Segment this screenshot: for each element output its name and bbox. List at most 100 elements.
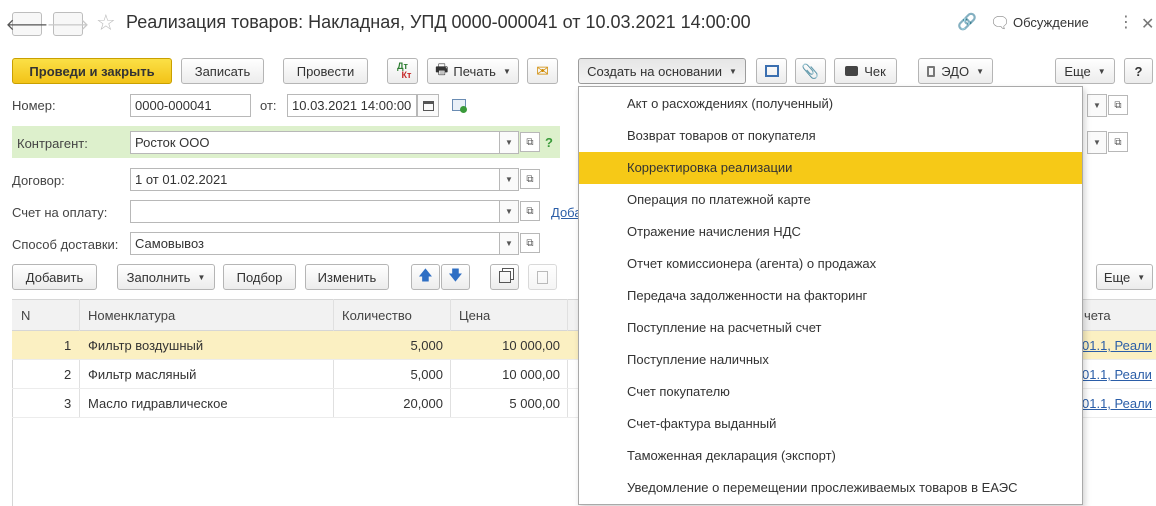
delivery-open-button[interactable]: ⧉ [520,233,540,253]
contractor-field[interactable]: Росток ООО [130,131,500,154]
column-header-account-partial[interactable]: чета [1084,308,1111,323]
invoice-open-button[interactable]: ⧉ [520,201,540,221]
post-and-close-label: Проведи и закрыть [29,63,155,79]
menu-item[interactable]: Передача задолженности на факторинг [579,280,1082,312]
discussion-button[interactable]: Обсуждение [1013,15,1089,30]
question-icon[interactable]: ? [545,135,553,150]
create-based-on-button[interactable]: Создать на основании ▼ [578,58,746,84]
green-dot [460,106,467,113]
column-header-nomenclature[interactable]: Номенклатура [88,308,175,323]
column-header-n[interactable]: N [21,308,30,323]
more-vertical-icon[interactable]: ⋮ [1118,12,1134,32]
edo-label: ЭДО [941,63,970,79]
menu-item[interactable]: Возврат товаров от покупателя [579,120,1082,152]
delivery-dropdown[interactable]: ▼ [499,232,519,255]
fill-button[interactable]: Заполнить ▼ [117,264,215,290]
contractor-open-button[interactable]: ⧉ [520,132,540,152]
contract-label: Договор: [12,173,65,188]
printer-icon: 🖶 [435,61,449,77]
invoice-field[interactable] [130,200,500,223]
open-icon: ⧉ [1114,99,1122,111]
chevron-down-icon: ▼ [728,66,737,76]
menu-item[interactable]: Счет-фактура выданный [579,408,1082,440]
create-based-on-menu: Акт о расхождениях (полученный) Возврат … [578,86,1083,505]
contract-dropdown[interactable]: ▼ [499,168,519,191]
menu-item-highlighted[interactable]: Корректировка реализации [579,152,1082,184]
menu-item[interactable]: Таможенная декларация (экспорт) [579,440,1082,472]
add-invoice-link[interactable]: Доба [551,205,582,220]
add-row-label: Добавить [25,269,84,285]
help-button[interactable]: ? [1124,58,1153,84]
menu-item[interactable]: Отражение начисления НДС [579,216,1082,248]
help-label: ? [1134,63,1143,79]
contract-open-button[interactable]: ⧉ [520,169,540,189]
row-account-link[interactable]: 01.1, Реали [1082,338,1152,353]
paste-button[interactable] [528,264,557,290]
invoice-dropdown[interactable]: ▼ [499,200,519,223]
delivery-label: Способ доставки: [12,237,119,252]
forward-button[interactable]: 🡒 [47,12,89,36]
right-open-button-1[interactable]: ⧉ [1108,95,1128,115]
back-button[interactable]: 🡐 [6,12,48,36]
contract-field[interactable]: 1 от 01.02.2021 [130,168,500,191]
link-icon[interactable]: 🔗 [957,12,977,32]
date-field[interactable]: 10.03.2021 14:00:00 [287,94,417,117]
arrow-up-icon: 🡅 [418,267,433,283]
column-header-quantity[interactable]: Количество [342,308,412,323]
menu-item[interactable]: Поступление наличных [579,344,1082,376]
calendar-button[interactable] [417,94,439,117]
add-row-button[interactable]: Добавить [12,264,97,290]
structure-button[interactable] [756,58,787,84]
row-price: 5 000,00 [509,396,560,411]
copy-button[interactable] [490,264,519,290]
column-header-price[interactable]: Цена [459,308,490,323]
more-button[interactable]: Еще ▼ [1055,58,1115,84]
envelope-icon: ✉ [536,63,549,80]
row-number: 1 [64,338,72,353]
row-price: 10 000,00 [502,338,560,353]
table-more-button[interactable]: Еще ▼ [1096,264,1153,290]
arrow-down-icon: 🡇 [448,267,463,283]
document-history-icon[interactable] [452,99,467,113]
row-account-link[interactable]: 01.1, Реали [1082,396,1152,411]
arrow-left-icon: 🡐 [5,16,49,34]
receipt-button[interactable]: Чек [834,58,897,84]
contractor-dropdown[interactable]: ▼ [499,131,519,154]
row-quantity: 5,000 [410,338,443,353]
menu-item[interactable]: Поступление на расчетный счет [579,312,1082,344]
pick-button[interactable]: Подбор [223,264,296,290]
favorite-star-icon[interactable]: ☆ [96,10,116,36]
move-down-button[interactable]: 🡇 [441,264,470,290]
right-open-button-2[interactable]: ⧉ [1108,132,1128,152]
menu-item[interactable]: Операция по платежной карте [579,184,1082,216]
move-up-button[interactable]: 🡅 [411,264,440,290]
close-icon[interactable]: ✕ [1141,14,1154,34]
right-dropdown-1[interactable]: ▼ [1087,94,1107,117]
row-account-link[interactable]: 01.1, Реали [1082,367,1152,382]
dt-kt-button[interactable]: Дт Кт [387,58,418,84]
pick-label: Подбор [236,269,283,285]
post-label: Провести [296,63,355,79]
print-button[interactable]: 🖶 Печать ▼ [427,58,519,84]
chevron-down-icon: ▼ [1097,66,1106,76]
number-field[interactable]: 0000-000041 [130,94,251,117]
change-button[interactable]: Изменить [305,264,389,290]
row-number: 3 [64,396,72,411]
chevron-down-icon: ▼ [197,272,206,282]
chevron-down-icon: ▼ [505,138,513,147]
menu-item[interactable]: Счет покупателю [579,376,1082,408]
right-dropdown-2[interactable]: ▼ [1087,131,1107,154]
menu-item[interactable]: Уведомление о перемещении прослеживаемых… [579,472,1082,504]
edo-button[interactable]: ЭДО ▼ [918,58,993,84]
delivery-field[interactable]: Самовывоз [130,232,500,255]
post-button[interactable]: Провести [283,58,368,84]
create-based-on-label: Создать на основании [587,63,722,79]
email-button[interactable]: ✉ [527,58,558,84]
menu-item[interactable]: Отчет комиссионера (агента) о продажах [579,248,1082,280]
save-button[interactable]: Записать [181,58,264,84]
print-label: Печать [453,63,496,79]
post-and-close-button[interactable]: Проведи и закрыть [12,58,172,84]
row-quantity: 5,000 [410,367,443,382]
menu-item[interactable]: Акт о расхождениях (полученный) [579,88,1082,120]
attach-button[interactable]: 📎 [795,58,826,84]
